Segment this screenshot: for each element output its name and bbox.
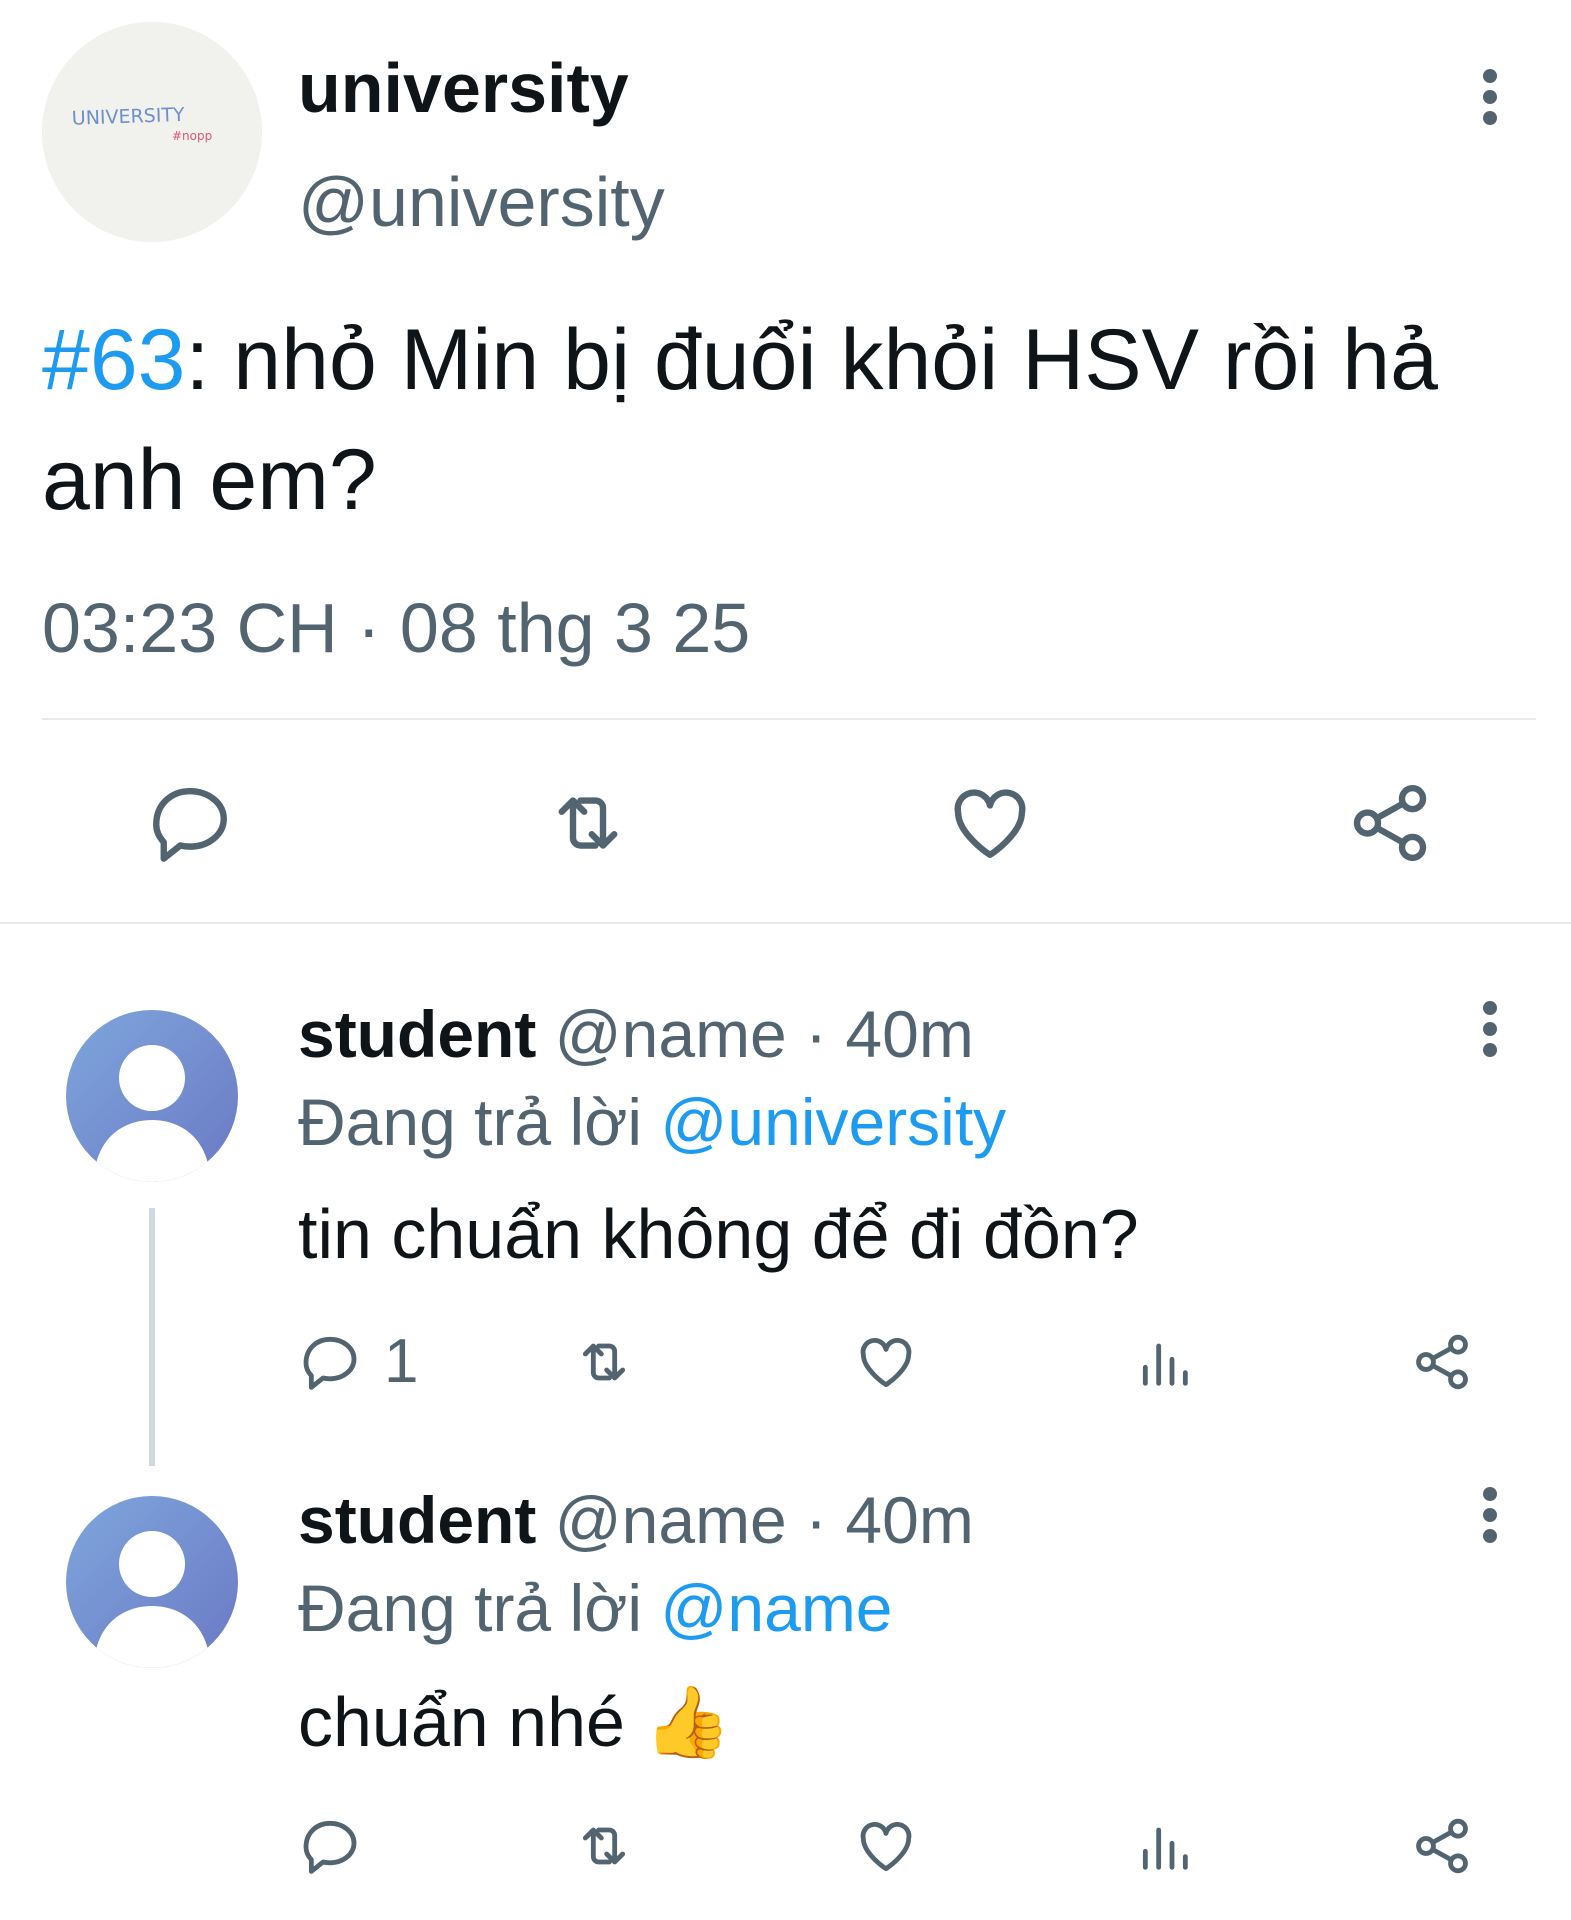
reply-count: 1 [384,1327,419,1396]
reply-text: chuẩn nhé 👍 [298,1683,732,1761]
reply-header: student @name · 40m [298,1482,974,1558]
replying-to-link[interactable]: @name [660,1571,892,1645]
tweet-timestamp[interactable]: 03:23 CH · 08 thg 3 25 [42,588,750,668]
views-icon[interactable] [1132,1330,1196,1394]
reply-handle-time[interactable]: @name · 40m [536,997,974,1071]
share-icon[interactable] [1410,1814,1474,1878]
reply-icon[interactable] [145,778,235,868]
views-icon[interactable] [1132,1814,1196,1878]
share-icon[interactable] [1345,778,1435,868]
hashtag-link[interactable]: #63 [42,312,186,408]
replying-to: Đang trả lời @university [298,1084,1006,1160]
section-divider [0,922,1571,924]
more-options-icon[interactable] [1480,1000,1500,1058]
reply-handle-time[interactable]: @name · 40m [536,1483,974,1557]
retweet-icon[interactable] [572,1814,636,1878]
avatar-logo-text: UNIVERSITY [71,104,185,130]
author-handle[interactable]: @university [298,162,665,242]
more-options-icon[interactable] [1480,68,1500,126]
reply-text: tin chuẩn không để đi đồn? [298,1195,1139,1273]
author-display-name[interactable]: university [298,48,629,128]
avatar-logo-subtext: #nopp [172,129,212,143]
reply-display-name[interactable]: student [298,997,536,1071]
reply-icon[interactable] [298,1330,362,1394]
divider [42,718,1536,720]
replying-to-link[interactable]: @university [660,1085,1006,1159]
reply-icon[interactable] [298,1814,362,1878]
reply-avatar[interactable] [66,1010,238,1182]
more-options-icon[interactable] [1480,1486,1500,1544]
reply-display-name[interactable]: student [298,1483,536,1557]
reply-avatar[interactable] [66,1496,238,1668]
thread-connector-line [149,1208,155,1466]
replying-to: Đang trả lời @name [298,1570,893,1646]
reply-header: student @name · 40m [298,996,974,1072]
retweet-icon[interactable] [543,778,633,868]
like-icon[interactable] [854,1814,918,1878]
tweet-text: #63: nhỏ Min bị đuổi khỏi HSV rồi hả anh… [42,300,1542,540]
retweet-icon[interactable] [572,1330,636,1394]
main-avatar[interactable]: UNIVERSITY #nopp [42,22,262,242]
replying-to-prefix: Đang trả lời [298,1085,661,1159]
share-icon[interactable] [1410,1330,1474,1394]
like-icon[interactable] [854,1330,918,1394]
tweet-text-body: : nhỏ Min bị đuổi khỏi HSV rồi hả anh em… [42,312,1438,528]
like-icon[interactable] [945,778,1035,868]
replying-to-prefix: Đang trả lời [298,1571,661,1645]
